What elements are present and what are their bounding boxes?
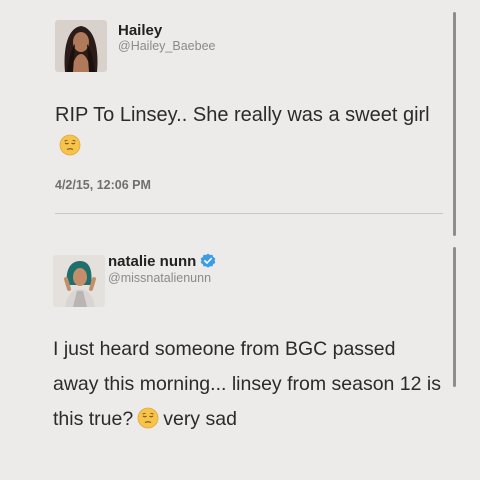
divider [55, 213, 443, 214]
pensive-face-icon [59, 134, 81, 156]
pensive-face-icon [137, 407, 159, 429]
avatar-photo-icon [55, 20, 107, 72]
author-name[interactable]: Hailey [118, 22, 162, 39]
tweet-text: I just heard someone from BGC passed awa… [53, 332, 443, 437]
tweet-text-tail: very sad [163, 408, 237, 430]
avatar-photo-icon [53, 255, 105, 307]
tweet-timestamp[interactable]: 4/2/15, 12:06 PM [55, 178, 151, 192]
scrollbar[interactable] [453, 12, 456, 236]
tweet-text-content: RIP To Linsey.. She really was a sweet g… [55, 104, 430, 126]
scrollbar[interactable] [453, 247, 456, 387]
tweet-text: RIP To Linsey.. She really was a sweet g… [55, 100, 455, 162]
author-name[interactable]: natalie nunn [108, 253, 216, 270]
tweet-text-content: I just heard someone from BGC passed awa… [53, 338, 442, 430]
author-handle[interactable]: @Hailey_Baebee [118, 39, 215, 53]
avatar[interactable] [53, 255, 105, 307]
avatar[interactable] [55, 20, 107, 72]
tweet-natalie: natalie nunn @missnatalienunn I just hea… [0, 215, 480, 480]
verified-badge-icon [201, 253, 216, 268]
author-handle[interactable]: @missnatalienunn [108, 271, 211, 285]
author-name-text: natalie nunn [108, 253, 197, 270]
tweet-hailey: Hailey @Hailey_Baebee RIP To Linsey.. Sh… [0, 0, 480, 214]
